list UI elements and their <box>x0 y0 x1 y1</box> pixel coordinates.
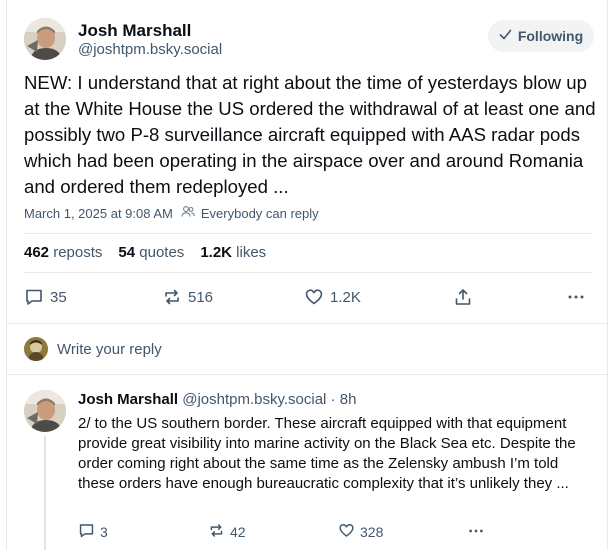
reply-text: 2/ to the US southern border. These airc… <box>78 415 576 492</box>
comment-icon <box>24 287 44 307</box>
reply-count: 35 <box>50 288 67 306</box>
reply-composer-prompt[interactable]: Write your reply <box>24 337 162 361</box>
repost-count: 516 <box>188 288 214 306</box>
reply-like-count: 328 <box>360 524 384 540</box>
share-button[interactable] <box>453 285 473 309</box>
divider <box>7 323 607 324</box>
heart-icon <box>304 287 324 307</box>
likes-stat[interactable]: 1.2K likes <box>200 244 266 261</box>
reply-header: Josh Marshall @joshtpm.bsky.social · 8h <box>78 391 356 408</box>
reply-reply-count: 3 <box>100 524 108 540</box>
heart-icon <box>338 522 355 542</box>
reposts-stat[interactable]: 462 reposts <box>24 244 102 261</box>
repost-icon <box>208 522 225 542</box>
post-text: NEW: I understand that at right about th… <box>24 72 596 197</box>
following-button[interactable]: Following <box>488 20 594 52</box>
repost-icon <box>162 287 182 307</box>
author-avatar[interactable] <box>24 18 66 60</box>
divider <box>24 233 592 234</box>
divider <box>7 374 607 375</box>
post-stats: 462 reposts 54 quotes 1.2K likes <box>24 244 266 261</box>
more-icon <box>566 287 586 307</box>
reply-author-avatar[interactable] <box>24 390 66 432</box>
comment-icon <box>78 522 95 542</box>
like-button[interactable]: 1.2K <box>304 285 361 309</box>
like-count: 1.2K <box>330 288 361 306</box>
author-handle[interactable]: @joshtpm.bsky.social <box>78 41 222 58</box>
people-icon <box>181 205 195 221</box>
reply-placeholder: Write your reply <box>57 340 162 358</box>
quotes-stat[interactable]: 54 quotes <box>118 244 184 261</box>
reply-age[interactable]: 8h <box>340 391 357 408</box>
thread-line <box>44 436 46 550</box>
repost-button[interactable]: 516 <box>162 285 213 309</box>
reply-like-button[interactable]: 328 <box>338 522 383 542</box>
post-meta: March 1, 2025 at 9:08 AM Everybody can r… <box>24 205 319 221</box>
reply-button[interactable]: 35 <box>24 285 67 309</box>
post-timestamp[interactable]: March 1, 2025 at 9:08 AM <box>24 206 173 221</box>
post-actions: 35 516 1.2K <box>24 285 589 309</box>
reply-actions: 3 42 328 <box>78 522 498 542</box>
check-icon <box>499 28 512 44</box>
reply-repost-count: 42 <box>230 524 246 540</box>
following-label: Following <box>517 28 584 44</box>
more-icon <box>467 522 485 543</box>
author-name[interactable]: Josh Marshall <box>78 21 191 41</box>
reply-reply-button[interactable]: 3 <box>78 522 108 542</box>
reply-author-handle[interactable]: @joshtpm.bsky.social <box>182 391 326 408</box>
reply-author-name[interactable]: Josh Marshall <box>78 391 178 408</box>
reply-more-options-button[interactable] <box>467 522 485 542</box>
user-avatar <box>24 337 48 361</box>
reply-separator: · <box>330 391 336 408</box>
more-options-button[interactable] <box>566 285 586 309</box>
reply-repost-button[interactable]: 42 <box>208 522 246 542</box>
divider <box>24 272 592 273</box>
share-icon <box>453 287 473 307</box>
reply-setting[interactable]: Everybody can reply <box>201 206 319 221</box>
